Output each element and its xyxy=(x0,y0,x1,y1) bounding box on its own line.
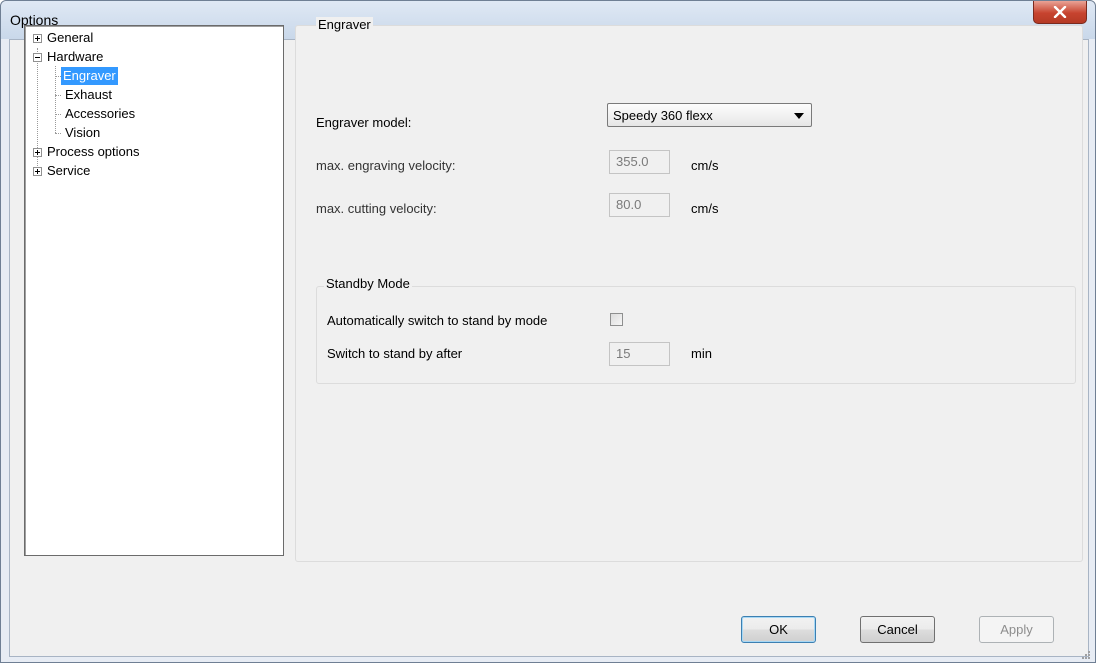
tree-item-label: Accessories xyxy=(65,106,136,121)
tree-item-label: Service xyxy=(47,163,91,178)
chevron-down-icon xyxy=(794,113,804,119)
options-tree[interactable]: General Hardware Engraver Exhaust Access… xyxy=(24,25,284,556)
engraving-velocity-unit: cm/s xyxy=(691,158,719,173)
cutting-velocity-field[interactable]: 80.0 xyxy=(609,193,670,217)
tree-item-general[interactable]: General xyxy=(25,29,275,47)
engraver-model-label: Engraver model: xyxy=(316,115,412,130)
tree-item-label: Hardware xyxy=(47,49,104,64)
tree-item-engraver[interactable]: Engraver xyxy=(25,67,275,85)
cutting-velocity-label: max. cutting velocity: xyxy=(316,201,437,216)
collapse-icon[interactable] xyxy=(33,53,42,62)
tree-item-service[interactable]: Service xyxy=(25,162,275,180)
standby-group-title: Standby Mode xyxy=(324,276,412,291)
tree-item-hardware[interactable]: Hardware xyxy=(25,48,275,66)
standby-after-unit: min xyxy=(691,346,712,361)
engraver-model-value: Speedy 360 flexx xyxy=(613,108,713,123)
close-icon xyxy=(1053,6,1067,18)
tree-item-label: General xyxy=(47,30,94,45)
cancel-button[interactable]: Cancel xyxy=(860,616,935,643)
resize-grip-icon[interactable] xyxy=(1081,648,1091,659)
auto-standby-checkbox[interactable] xyxy=(610,313,623,326)
standby-after-label: Switch to stand by after xyxy=(327,346,463,361)
tree-item-label: Vision xyxy=(65,125,101,140)
engraving-velocity-field[interactable]: 355.0 xyxy=(609,150,670,174)
ok-button[interactable]: OK xyxy=(741,616,816,643)
tree-item-label: Process options xyxy=(47,144,140,159)
engraver-group-title: Engraver xyxy=(316,17,373,32)
standby-group xyxy=(316,286,1076,384)
expand-icon[interactable] xyxy=(33,148,42,157)
tree-item-accessories[interactable]: Accessories xyxy=(25,105,275,123)
expand-icon[interactable] xyxy=(33,34,42,43)
cutting-velocity-unit: cm/s xyxy=(691,201,719,216)
auto-standby-label: Automatically switch to stand by mode xyxy=(327,313,548,328)
apply-button[interactable]: Apply xyxy=(979,616,1054,643)
engraver-model-select[interactable]: Speedy 360 flexx xyxy=(607,103,812,127)
tree-item-label: Exhaust xyxy=(65,87,112,102)
engraving-velocity-label: max. engraving velocity: xyxy=(316,158,456,173)
tree-item-exhaust[interactable]: Exhaust xyxy=(25,86,275,104)
close-button[interactable] xyxy=(1033,1,1087,24)
tree-item-label: Engraver xyxy=(61,67,118,85)
standby-after-field[interactable]: 15 xyxy=(609,342,670,366)
expand-icon[interactable] xyxy=(33,167,42,176)
tree-item-process-options[interactable]: Process options xyxy=(25,143,275,161)
tree-item-vision[interactable]: Vision xyxy=(25,124,275,142)
